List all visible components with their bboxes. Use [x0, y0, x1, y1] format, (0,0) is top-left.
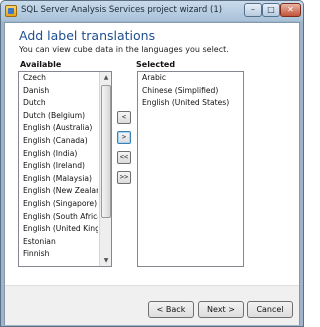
list-item[interactable]: Arabic: [138, 72, 243, 85]
list-item[interactable]: Danish: [19, 85, 98, 98]
available-languages-list[interactable]: Czech Danish Dutch Dutch (Belgium) Engli…: [18, 71, 112, 267]
list-item[interactable]: English (United States): [138, 97, 243, 110]
page-subtitle: You can view cube data in the languages …: [19, 45, 229, 54]
selected-languages-list[interactable]: Arabic Chinese (Simplified) English (Uni…: [137, 71, 244, 267]
list-item[interactable]: English (Singapore): [19, 198, 98, 211]
cancel-button[interactable]: Cancel: [247, 301, 293, 318]
maximize-button[interactable]: □: [262, 3, 280, 17]
list-item[interactable]: Dutch: [19, 97, 98, 110]
minimize-button[interactable]: –: [244, 3, 262, 17]
list-item[interactable]: Estonian: [19, 236, 98, 249]
next-button[interactable]: Next >: [198, 301, 244, 318]
list-item[interactable]: English (United Kingdom): [19, 223, 98, 236]
wizard-footer: < Back Next > Cancel: [5, 285, 299, 325]
add-all-button[interactable]: >>: [117, 171, 131, 184]
list-item[interactable]: Finnish: [19, 248, 98, 261]
scroll-thumb[interactable]: [101, 85, 111, 218]
list-item[interactable]: English (South Africa): [19, 211, 98, 224]
title-bar[interactable]: SQL Server Analysis Services project wiz…: [1, 1, 303, 21]
scroll-down-icon[interactable]: ▼: [101, 255, 111, 266]
scroll-up-icon[interactable]: ▲: [101, 72, 111, 83]
list-item[interactable]: English (India): [19, 148, 98, 161]
wizard-window: SQL Server Analysis Services project wiz…: [0, 0, 304, 327]
remove-selected-button[interactable]: <: [117, 111, 131, 124]
list-item[interactable]: English (Australia): [19, 122, 98, 135]
remove-all-button[interactable]: <<: [117, 151, 131, 164]
list-item[interactable]: English (New Zealand): [19, 185, 98, 198]
back-button[interactable]: < Back: [148, 301, 194, 318]
list-item[interactable]: Czech: [19, 72, 98, 85]
selected-label: Selected: [136, 60, 176, 69]
available-label: Available: [20, 60, 62, 69]
list-item[interactable]: English (Ireland): [19, 160, 98, 173]
wizard-content: Add label translations You can view cube…: [4, 22, 300, 325]
window-title: SQL Server Analysis Services project wiz…: [21, 5, 223, 15]
page-title: Add label translations: [19, 28, 156, 43]
available-list-scrollbar[interactable]: ▲ ▼: [99, 72, 111, 266]
list-item[interactable]: Dutch (Belgium): [19, 110, 98, 123]
app-icon: [5, 5, 17, 17]
list-item[interactable]: English (Malaysia): [19, 173, 98, 186]
close-button[interactable]: ✕: [280, 3, 301, 17]
add-selected-button[interactable]: >: [117, 131, 131, 144]
list-item[interactable]: Chinese (Simplified): [138, 85, 243, 98]
list-item[interactable]: English (Canada): [19, 135, 98, 148]
